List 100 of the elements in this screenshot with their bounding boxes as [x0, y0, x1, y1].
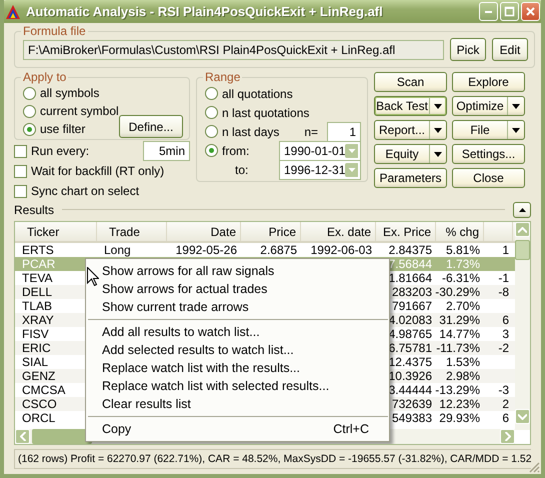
- define-button[interactable]: Define...: [119, 115, 183, 138]
- action-button[interactable]: Scan: [374, 72, 447, 92]
- radio-button[interactable]: [205, 144, 218, 157]
- table-cell: 1.81664: [388, 271, 432, 285]
- scroll-up-icon: [518, 226, 527, 232]
- table-cell: Long: [104, 243, 131, 257]
- action-button[interactable]: Back Test: [374, 96, 447, 116]
- dropdown-arrow-icon: [345, 162, 358, 176]
- column-header[interactable]: Price: [241, 222, 301, 241]
- status-bar: (162 rows) Profit = 62270.97 (622.71%), CAR = 48.52%, MaxSysDD = -19655.57 (-31.82%), CAR/MDD = 1.52: [14, 449, 531, 469]
- action-button[interactable]: Parameters: [374, 168, 447, 188]
- table-cell: 5.81%: [446, 243, 480, 257]
- action-button[interactable]: Settings...: [452, 144, 525, 164]
- table-cell: 2.6875: [260, 243, 297, 257]
- table-cell: 6: [502, 313, 509, 327]
- menu-item[interactable]: Show arrows for actual trades: [86, 280, 389, 298]
- menu-item[interactable]: Show current trade arrows: [86, 298, 389, 316]
- action-button[interactable]: File: [452, 120, 525, 140]
- table-cell: 1: [502, 243, 509, 257]
- group-label: Range: [204, 70, 242, 84]
- table-cell: 2.84375: [388, 243, 432, 257]
- table-cell: 283203: [392, 285, 432, 299]
- table-cell: 3.44444: [388, 383, 432, 397]
- section-label: Results: [14, 202, 54, 216]
- column-header[interactable]: Ticker: [15, 222, 97, 241]
- action-button[interactable]: Report...: [374, 120, 447, 140]
- resize-grip-icon[interactable]: [528, 461, 540, 473]
- dropdown-arrow-icon: [345, 144, 358, 158]
- table-cell: 10.3926: [388, 369, 432, 383]
- minimize-icon: [485, 10, 492, 12]
- radio-button[interactable]: [23, 122, 36, 136]
- radio-label: n last days: [222, 124, 280, 138]
- radio-label: from:: [222, 144, 250, 158]
- menu-item[interactable]: Add selected results to watch list...: [86, 341, 389, 359]
- radio-button[interactable]: [23, 104, 36, 118]
- radio-button[interactable]: [23, 86, 36, 100]
- formula-path-field[interactable]: F:\AmiBroker\Formulas\Custom\RSI Plain4PosQuickExit + LinReg.afl: [23, 40, 444, 60]
- close-button[interactable]: [521, 2, 540, 21]
- column-header[interactable]: % chg: [436, 222, 484, 241]
- maximize-button[interactable]: [500, 2, 519, 21]
- checkbox[interactable]: [14, 144, 27, 158]
- window-title: Automatic Analysis - RSI Plain4PosQuickExit + LinReg.afl: [26, 4, 384, 19]
- group-label: Formula file: [22, 24, 87, 38]
- column-header[interactable]: Ex. Price: [376, 222, 436, 241]
- scroll-right-icon: [504, 432, 510, 441]
- maximize-icon: [504, 6, 515, 17]
- date-picker[interactable]: 1990-01-01: [279, 140, 361, 160]
- collapse-button[interactable]: [513, 202, 531, 218]
- checkbox[interactable]: [14, 184, 27, 198]
- table-cell: 12.23%: [439, 397, 480, 411]
- action-button[interactable]: Equity: [374, 144, 447, 164]
- table-cell: 2.98%: [446, 369, 480, 383]
- menu-item[interactable]: Replace watch list with selected results...: [86, 377, 389, 395]
- table-cell: GENZ: [22, 369, 56, 383]
- scroll-thumb[interactable]: [32, 429, 92, 444]
- table-cell: DELL: [22, 285, 52, 299]
- vertical-scrollbar[interactable]: [515, 222, 530, 430]
- radio-button[interactable]: [205, 125, 218, 138]
- table-cell: PCAR: [22, 257, 56, 271]
- interval-field[interactable]: 5min: [143, 141, 190, 161]
- caret-icon: [434, 128, 442, 132]
- radio-button[interactable]: [205, 106, 218, 119]
- column-header[interactable]: Ex. date: [301, 222, 376, 241]
- table-cell: 1.53%: [446, 355, 480, 369]
- table-cell: -2: [498, 341, 509, 355]
- minimize-button[interactable]: [479, 2, 498, 21]
- scroll-down-icon: [518, 414, 527, 420]
- caret-icon: [512, 104, 520, 108]
- table-cell: XRAY: [22, 313, 54, 327]
- table-cell: 31.29%: [439, 313, 480, 327]
- checkbox-label: Sync chart on select: [31, 184, 140, 198]
- menu-item[interactable]: Show arrows for all raw signals: [86, 262, 389, 280]
- n-field[interactable]: 1: [327, 122, 361, 142]
- table-cell: -13.29%: [435, 383, 480, 397]
- table-cell: 3: [502, 327, 509, 341]
- scroll-thumb[interactable]: [515, 240, 530, 260]
- action-button[interactable]: Explore: [452, 72, 525, 92]
- checkbox-label: Wait for backfill (RT only): [31, 164, 164, 178]
- radio-button[interactable]: [205, 87, 218, 100]
- n-label: n=: [304, 124, 318, 138]
- radio-label: current symbol: [40, 104, 119, 118]
- checkbox[interactable]: [14, 164, 27, 178]
- table-row[interactable]: ERTS Long 1992-05-26 2.6875 1992-06-03 2.84375 5.81% 1: [15, 243, 515, 257]
- date-picker[interactable]: 1996-12-31: [279, 160, 361, 180]
- column-header[interactable]: Date: [167, 222, 241, 241]
- column-header[interactable]: Trade: [97, 222, 167, 241]
- scroll-left-icon: [20, 432, 26, 441]
- caret-icon: [512, 128, 520, 132]
- formula-button[interactable]: Edit: [492, 38, 528, 61]
- action-button[interactable]: Close: [452, 168, 525, 188]
- table-cell: 6.75781: [388, 341, 432, 355]
- table-cell: -11.73%: [436, 341, 480, 355]
- radio-label: n last quotations: [222, 106, 310, 120]
- menu-item[interactable]: Add all results to watch list...: [86, 323, 389, 341]
- menu-item[interactable]: Copy Ctrl+C: [86, 420, 389, 438]
- menu-item[interactable]: Replace watch list with the results...: [86, 359, 389, 377]
- action-button[interactable]: Optimize: [452, 96, 525, 116]
- menu-item[interactable]: Clear results list: [86, 395, 389, 413]
- table-cell: 791667: [392, 299, 432, 313]
- formula-button[interactable]: Pick: [450, 38, 486, 61]
